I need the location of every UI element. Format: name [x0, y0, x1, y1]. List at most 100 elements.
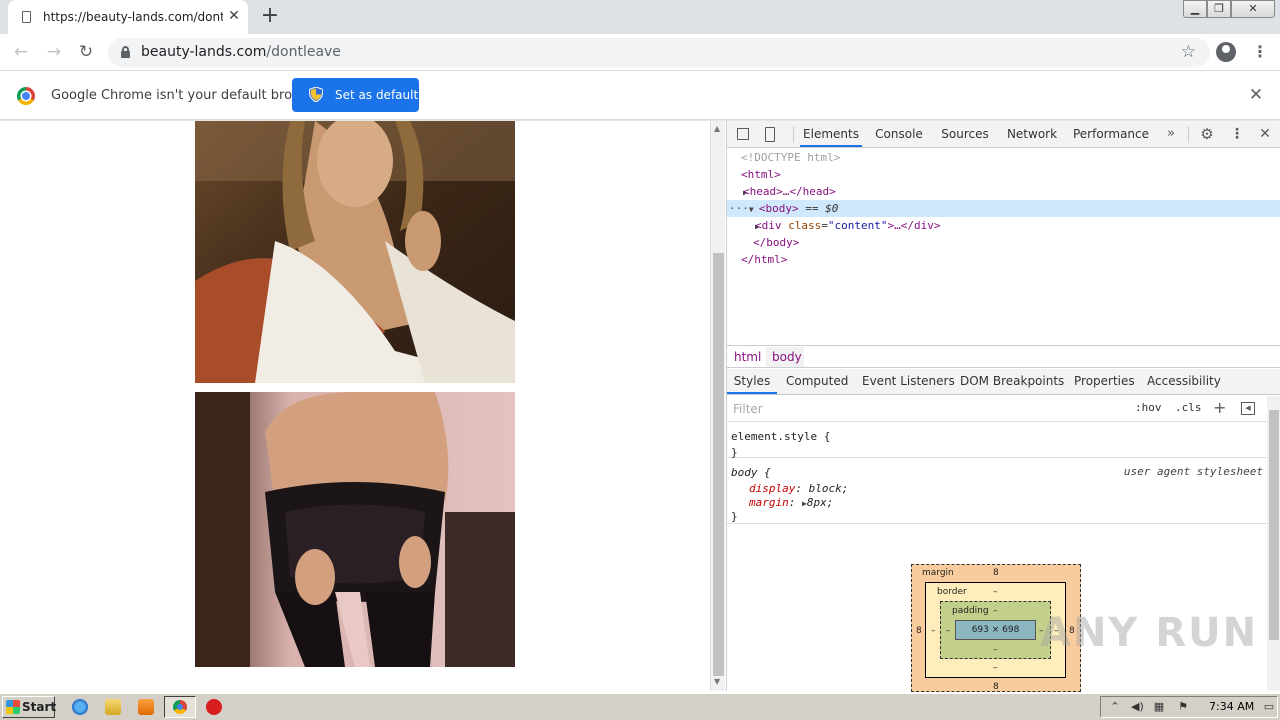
photo-image	[195, 392, 515, 667]
window-minimize-button[interactable]: ▁	[1183, 0, 1207, 18]
volume-icon[interactable]: ◀)	[1131, 701, 1144, 713]
start-button[interactable]: Start	[2, 696, 56, 718]
new-tab-button[interactable]: +	[258, 5, 282, 29]
divider	[1188, 126, 1189, 143]
url-text[interactable]: beauty-lands.com/dontleave	[141, 44, 341, 60]
rule-origin: user agent stylesheet	[1123, 465, 1263, 478]
browser-tab[interactable]: https://beauty-lands.com/dontleave ✕	[8, 0, 248, 34]
folder-icon[interactable]	[105, 699, 121, 715]
chrome-icon	[173, 700, 187, 714]
chrome-menu-icon[interactable]: ⋮	[1250, 42, 1270, 62]
border-label: border	[937, 587, 967, 597]
collapse-triangle-icon[interactable]: ▼	[749, 201, 759, 218]
breadcrumb-html[interactable]: html	[734, 350, 761, 364]
dom-doctype[interactable]: <!DOCTYPE html>	[727, 149, 1280, 166]
divider	[793, 126, 794, 143]
more-tabs-chevron-icon[interactable]: »	[1163, 126, 1179, 142]
customize-menu-icon[interactable]: ⋮	[1229, 126, 1245, 142]
uac-shield-icon	[309, 87, 323, 102]
styles-filter-row: Filter :hov .cls + ◀	[727, 396, 1267, 422]
tab-elements[interactable]: Elements	[800, 121, 862, 147]
border-left-value[interactable]: –	[931, 626, 936, 636]
forward-button[interactable]: →	[42, 40, 66, 64]
expand-triangle-icon[interactable]: ▶	[727, 218, 760, 235]
tab-network[interactable]: Network	[1003, 121, 1061, 147]
window-maximize-button[interactable]: ❐	[1207, 0, 1231, 18]
stop-icon[interactable]	[206, 699, 222, 715]
rule-selector[interactable]: element.style {	[731, 429, 830, 444]
padding-left-value[interactable]: –	[946, 626, 951, 636]
box-model-content[interactable]: 693 × 698	[955, 620, 1036, 640]
taskbar-chrome-button[interactable]	[164, 696, 196, 718]
device-toolbar-icon[interactable]	[761, 126, 777, 142]
dom-tree: <!DOCTYPE html> <html> ▶<head>…</head> ·…	[727, 149, 1280, 344]
tab-accessibility[interactable]: Accessibility	[1147, 369, 1221, 394]
dom-head[interactable]: ▶<head>…</head>	[727, 183, 1280, 200]
network-icon[interactable]: ▦	[1153, 701, 1165, 713]
breadcrumb-body[interactable]: body	[772, 350, 802, 364]
back-button[interactable]: ←	[9, 40, 33, 64]
styles-scrollbar-thumb[interactable]	[1269, 410, 1279, 640]
window-close-button[interactable]: ✕	[1231, 0, 1275, 18]
watermark-logo: ANY RUN	[1040, 610, 1259, 656]
tab-event-listeners[interactable]: Event Listeners	[862, 369, 955, 394]
scroll-down-arrow-icon[interactable]: ▼	[714, 677, 720, 686]
close-devtools-icon[interactable]: ✕	[1257, 126, 1273, 142]
hover-state-toggle[interactable]: :hov	[1135, 401, 1162, 414]
tab-styles[interactable]: Styles	[727, 369, 777, 394]
page-scrollbar[interactable]: ▲ ▼	[710, 121, 725, 691]
profile-avatar-icon[interactable]	[1216, 42, 1236, 62]
clock[interactable]: 7:34 AM	[1209, 700, 1254, 713]
set-as-default-button[interactable]: Set as default	[292, 78, 419, 112]
tab-console[interactable]: Console	[871, 121, 927, 147]
reload-button[interactable]: ↻	[74, 40, 98, 64]
margin-bottom-value[interactable]: 8	[993, 682, 999, 692]
declaration-margin[interactable]: margin: ▶8px;	[749, 495, 833, 510]
class-toggle[interactable]: .cls	[1175, 401, 1202, 414]
windows-taskbar: Start ⌃ ◀) ▦ ⚑ 7:34 AM ▭	[0, 693, 1280, 720]
page-icon	[22, 11, 31, 23]
padding-bottom-value[interactable]: –	[993, 645, 998, 655]
tab-dom-breakpoints[interactable]: DOM Breakpoints	[960, 369, 1064, 394]
toggle-sidebar-icon[interactable]: ◀	[1241, 402, 1255, 415]
padding-label: padding	[952, 606, 989, 616]
infobar-close-icon[interactable]: ✕	[1247, 86, 1265, 104]
rule-close-brace: }	[731, 510, 738, 523]
dom-body-close[interactable]: </body>	[727, 234, 1280, 251]
dom-body-selected[interactable]: ···▼ <body> == $0	[727, 200, 1280, 217]
styles-filter-input[interactable]: Filter	[733, 402, 763, 416]
lock-icon[interactable]	[121, 46, 130, 58]
dom-html-close[interactable]: </html>	[727, 251, 1280, 268]
new-style-rule-icon[interactable]: +	[1213, 398, 1226, 417]
border-top-value[interactable]: –	[993, 587, 998, 597]
scroll-up-arrow-icon[interactable]: ▲	[714, 124, 720, 133]
padding-top-value[interactable]: –	[993, 606, 998, 616]
dom-div-content[interactable]: ▶<div class="content">…</div>	[727, 217, 1280, 234]
declaration-display[interactable]: display: block;	[749, 481, 848, 496]
dom-html-open[interactable]: <html>	[727, 166, 1280, 183]
tab-close-icon[interactable]: ✕	[226, 8, 242, 24]
address-bar[interactable]: beauty-lands.com/dontleave ☆	[108, 38, 1210, 67]
border-bottom-value[interactable]: –	[993, 663, 998, 673]
media-player-icon[interactable]	[138, 699, 154, 715]
show-desktop-icon[interactable]: ▭	[1263, 701, 1275, 713]
browser-toolbar: ← → ↻ beauty-lands.com/dontleave ☆	[0, 34, 1280, 71]
expand-triangle-icon[interactable]: ▶	[727, 184, 748, 201]
inspect-element-icon[interactable]	[735, 126, 751, 142]
page-scrollbar-thumb[interactable]	[713, 253, 724, 676]
margin-top-value[interactable]: 8	[993, 568, 999, 578]
windows-logo-icon	[6, 700, 20, 714]
rule-selector[interactable]: body {	[731, 465, 771, 480]
action-center-flag-icon[interactable]: ⚑	[1177, 701, 1189, 713]
bookmark-star-icon[interactable]: ☆	[1181, 42, 1196, 62]
settings-gear-icon[interactable]: ⚙	[1199, 126, 1215, 142]
margin-left-value[interactable]: 8	[916, 626, 922, 636]
internet-explorer-icon[interactable]	[72, 699, 88, 715]
ellipsis-icon[interactable]: ···	[727, 202, 749, 215]
styles-scrollbar[interactable]	[1267, 396, 1280, 691]
tab-properties[interactable]: Properties	[1074, 369, 1135, 394]
tab-performance[interactable]: Performance	[1072, 121, 1150, 147]
tab-computed[interactable]: Computed	[786, 369, 848, 394]
show-hidden-icons-chevron-icon[interactable]: ⌃	[1109, 701, 1121, 713]
tab-sources[interactable]: Sources	[937, 121, 993, 147]
